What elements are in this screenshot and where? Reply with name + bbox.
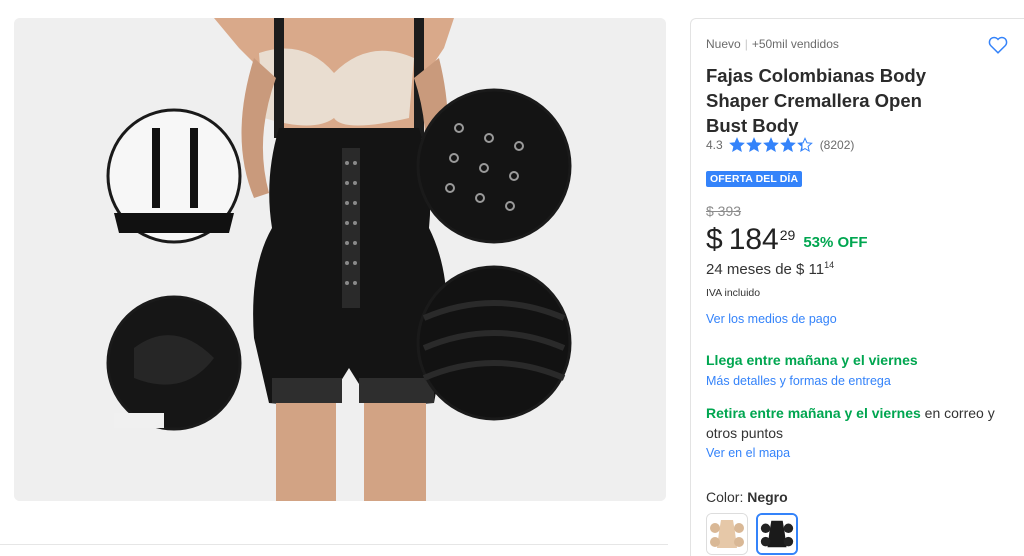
original-price: $ 393 — [706, 203, 742, 219]
product-info-panel: Nuevo | +50mil vendidos Fajas Colombianas … — [690, 18, 1024, 556]
product-main-image — [14, 18, 666, 501]
product-subtitle: Nuevo | +50mil vendidos — [706, 37, 839, 51]
price-currency: $ — [706, 223, 723, 256]
pickup-estimate: Retira entre mañana y el viernes — [706, 405, 921, 421]
section-divider — [0, 544, 668, 545]
color-swatch-beige[interactable] — [706, 513, 748, 555]
product-rating[interactable]: 4.3 (8202) — [706, 137, 854, 153]
payment-methods-link[interactable]: Ver los medios de pago — [706, 312, 837, 326]
price-amount: 184 — [728, 223, 779, 256]
star-icon — [728, 137, 745, 153]
delivery-details-link[interactable]: Más detalles y formas de entrega — [706, 374, 891, 388]
rating-stars — [728, 137, 814, 153]
map-link[interactable]: Ver en el mapa — [706, 446, 790, 460]
color-swatch-negro[interactable] — [756, 513, 798, 555]
swatch-beige-thumbnail — [707, 514, 747, 554]
installments-cents: 14 — [824, 260, 835, 270]
product-image-gallery[interactable] — [14, 18, 666, 501]
swatch-negro-thumbnail — [758, 515, 796, 553]
color-swatches — [706, 513, 806, 555]
star-icon — [796, 137, 813, 153]
sold-count: +50mil vendidos — [751, 37, 839, 51]
delivery-estimate: Llega entre mañana y el viernes — [706, 352, 918, 368]
star-icon — [745, 137, 762, 153]
heart-outline-icon[interactable] — [987, 34, 1009, 56]
star-icon — [762, 137, 779, 153]
color-selector-label: Color: Negro — [706, 489, 788, 505]
product-title: Fajas Colombianas Body Shaper Cremallera… — [706, 65, 926, 136]
discount-label: 53% OFF — [803, 234, 868, 251]
subtitle-separator: | — [744, 37, 748, 51]
current-price: $ 184 29 53% OFF — [706, 221, 868, 259]
condition-label: Nuevo — [706, 37, 741, 51]
installments-text: 24 meses de $ 11 — [706, 261, 825, 278]
color-label-prefix: Color: — [706, 489, 748, 505]
installments-info: 24 meses de $ 1114 — [706, 260, 835, 278]
tax-note: IVA incluido — [706, 287, 761, 299]
pickup-info: Retira entre mañana y el viernes en corr… — [706, 403, 1016, 443]
price-cents: 29 — [779, 227, 796, 243]
review-count: (8202) — [819, 138, 855, 152]
selected-color: Negro — [747, 489, 788, 505]
rating-score: 4.3 — [706, 138, 723, 152]
star-icon — [779, 137, 796, 153]
deal-badge: OFERTA DEL DÍA — [706, 171, 803, 187]
